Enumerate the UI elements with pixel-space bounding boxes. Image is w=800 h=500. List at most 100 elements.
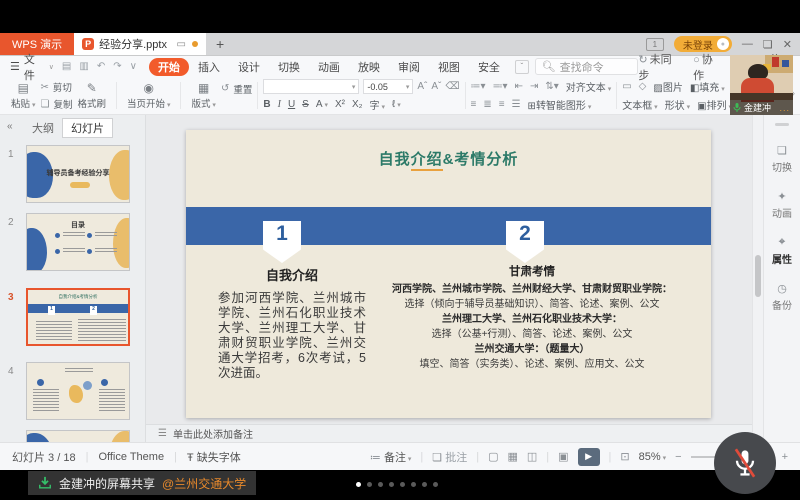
align-left-icon[interactable]: ≡: [471, 99, 477, 110]
normal-view-icon[interactable]: ▢: [488, 450, 498, 463]
document-tab[interactable]: P 经验分享.pptx: [74, 36, 176, 52]
undo-icon[interactable]: ↶: [97, 61, 105, 72]
section-1-content[interactable]: 自我介绍 参加河西学院、兰州城市学院、兰州石化职业技术大学、兰州理工大学、甘肃财…: [218, 265, 366, 381]
theme-name[interactable]: Office Theme: [98, 451, 164, 463]
vertical-scrollbar[interactable]: [752, 115, 763, 442]
numbered-list-icon[interactable]: ≕▾: [493, 81, 508, 92]
save-icon[interactable]: ▤: [62, 61, 71, 72]
subscript-button[interactable]: X₂: [352, 99, 363, 110]
bold-button[interactable]: B: [263, 99, 270, 110]
participant-menu-button[interactable]: ...: [779, 103, 790, 113]
scrollbar-thumb[interactable]: [755, 255, 761, 297]
font-name-select[interactable]: ▾: [263, 79, 359, 94]
slide-sorter-view-icon[interactable]: ▦: [507, 450, 517, 463]
print-icon[interactable]: ▥: [79, 61, 88, 72]
align-center-icon[interactable]: ≣: [483, 99, 491, 110]
italic-button[interactable]: I: [278, 99, 281, 110]
tab-outline[interactable]: 大纲: [32, 120, 54, 136]
restore-button[interactable]: ❏: [763, 38, 773, 51]
missing-font-warning[interactable]: Ŧ 缺失字体: [187, 449, 241, 465]
rail-item-transition[interactable]: ❏切换: [764, 144, 800, 174]
current-slide[interactable]: 自我介绍&考情分析 1 2 自我介绍 参加河西学院、兰州城市学院、兰州石化职业技…: [186, 130, 711, 418]
paste-button[interactable]: ▤ 粘贴 ▾: [6, 79, 40, 112]
picture-button[interactable]: ▨图片: [653, 79, 682, 94]
slide-thumbnail-4[interactable]: [26, 362, 130, 420]
page-dot[interactable]: [411, 482, 416, 487]
reset-button[interactable]: ↺重置: [221, 82, 252, 96]
copy-button[interactable]: ❏复制: [40, 97, 72, 111]
fit-slide-icon[interactable]: ⊡: [620, 450, 629, 463]
font-color-button[interactable]: A ▾: [316, 99, 328, 110]
clear-format-icon[interactable]: ⌫: [445, 81, 459, 92]
zoom-out-button[interactable]: −: [675, 451, 681, 463]
to-smartart-button[interactable]: ⊞转智能图形 ▾: [528, 97, 592, 112]
slide-thumbnail-1[interactable]: 辅导员备考经验分享: [26, 145, 130, 203]
comments-toggle-button[interactable]: ❏ 批注: [432, 449, 467, 465]
zoom-in-button[interactable]: +: [782, 451, 788, 463]
format-painter-button[interactable]: ✎ 格式刷: [72, 79, 111, 112]
more-commands-icon[interactable]: ∨: [130, 61, 137, 72]
align-text-button[interactable]: 对齐文本 ▾: [566, 79, 611, 94]
superscript-button[interactable]: X²: [335, 99, 345, 110]
slide-canvas[interactable]: 自我介绍&考情分析 1 2 自我介绍 参加河西学院、兰州城市学院、兰州石化职业技…: [146, 115, 752, 424]
notes-input[interactable]: ☰ 单击此处添加备注: [146, 424, 752, 442]
slide-thumbnail-2[interactable]: 目录: [26, 213, 130, 271]
play-from-page-button[interactable]: ◉ 当页开始 ▾: [122, 79, 175, 112]
notes-toggle-button[interactable]: ≔ 备注 ▾: [370, 449, 412, 465]
close-button[interactable]: ✕: [783, 38, 792, 51]
page-dot[interactable]: [433, 482, 438, 487]
window-count-badge[interactable]: 1: [646, 38, 664, 51]
slide-title[interactable]: 自我介绍&考情分析: [186, 148, 711, 169]
ribbon-tab-transition[interactable]: 切换: [269, 58, 309, 76]
page-dot[interactable]: [367, 482, 372, 487]
justify-icon[interactable]: ☰: [512, 99, 521, 110]
char-format-button[interactable]: 字 ▾: [370, 97, 385, 112]
microphone-muted-button[interactable]: [714, 432, 776, 494]
ribbon-tab-animation[interactable]: 动画: [309, 58, 349, 76]
align-right-icon[interactable]: ≡: [499, 99, 505, 110]
increase-font-icon[interactable]: Aˆ: [417, 81, 427, 92]
new-tab-button[interactable]: +: [206, 33, 234, 55]
ribbon-tab-review[interactable]: 审阅: [389, 58, 429, 76]
fill-button[interactable]: ◧填充 ▾: [690, 79, 725, 94]
ribbon-tab-home[interactable]: 开始: [149, 58, 189, 76]
arrange-button[interactable]: ▣排列 ▾: [697, 97, 732, 112]
slide-thumbnail-3-selected[interactable]: 自我介绍&考情分析 1 2: [26, 288, 130, 346]
ribbon-tab-design[interactable]: 设计: [229, 58, 269, 76]
tab-slides[interactable]: 幻灯片: [62, 118, 113, 138]
rail-item-properties[interactable]: ⌖属性: [764, 236, 800, 266]
redo-icon[interactable]: ↷: [113, 61, 121, 72]
zoom-level[interactable]: 85% ▾: [639, 451, 667, 463]
slide-thumbnail-5[interactable]: [26, 430, 130, 442]
underline-button[interactable]: U: [288, 99, 295, 110]
collapse-panel-button[interactable]: «: [7, 121, 13, 132]
page-dot[interactable]: [422, 482, 427, 487]
highlight-button[interactable]: ℓ ▾: [392, 99, 401, 110]
ribbon-tab-security[interactable]: 安全: [469, 58, 509, 76]
command-search-input[interactable]: 🔍︎ 查找命令: [535, 58, 639, 75]
ribbon-tab-slideshow[interactable]: 放映: [349, 58, 389, 76]
decrease-font-icon[interactable]: Aˇ: [431, 81, 441, 92]
shape-button[interactable]: 形状 ▾: [665, 97, 690, 112]
screen-share-banner[interactable]: 金建冲的屏幕共享 @兰州交通大学: [28, 471, 256, 495]
minimize-button[interactable]: —: [742, 38, 753, 50]
rail-item-animation[interactable]: ✦动画: [764, 190, 800, 220]
reading-view-icon[interactable]: ◫: [527, 450, 537, 463]
decrease-indent-icon[interactable]: ⇤: [515, 81, 523, 92]
play-settings-icon[interactable]: ▣: [558, 450, 568, 463]
more-tabs-button[interactable]: ˇ: [515, 60, 529, 74]
cut-button[interactable]: ✂剪切: [40, 80, 72, 94]
section-2-content[interactable]: 甘肃考情 河西学院、兰州城市学院、兰州财经大学、甘肃财贸职业学院： 选择（倾向于…: [382, 263, 682, 372]
ribbon-tab-view[interactable]: 视图: [429, 58, 469, 76]
layout-button[interactable]: ▦ 版式 ▾: [186, 79, 220, 112]
rail-item-backup[interactable]: ◷备份: [764, 282, 800, 312]
rail-handle[interactable]: [775, 123, 789, 126]
bullet-list-icon[interactable]: ≔▾: [471, 81, 486, 92]
strikethrough-button[interactable]: S: [302, 99, 309, 110]
ribbon-tab-insert[interactable]: 插入: [189, 58, 229, 76]
slideshow-play-button[interactable]: ▶: [578, 448, 600, 466]
textbox-button[interactable]: 文本框 ▾: [622, 97, 657, 112]
increase-indent-icon[interactable]: ⇥: [530, 81, 538, 92]
page-dot[interactable]: [378, 482, 383, 487]
page-dot[interactable]: [400, 482, 405, 487]
